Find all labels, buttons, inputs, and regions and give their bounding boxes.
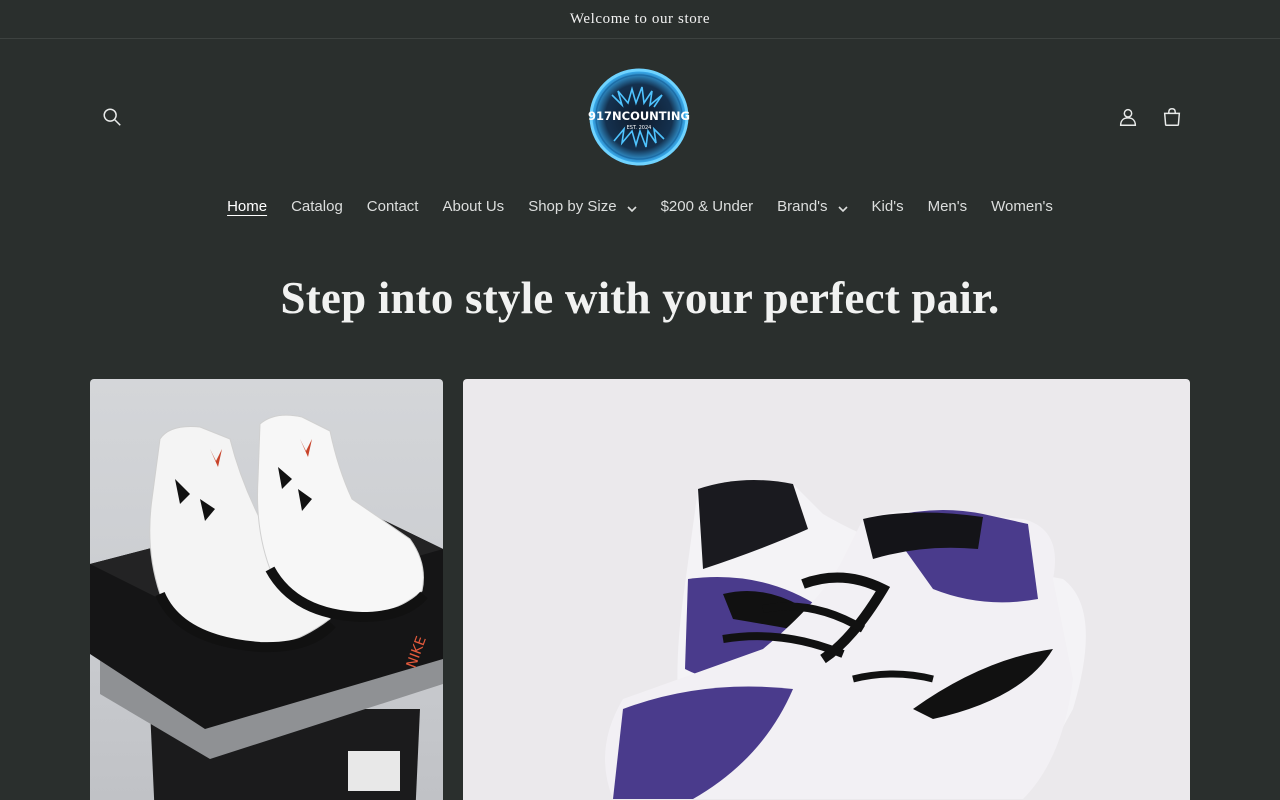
nav-item-about-us[interactable]: About Us <box>430 191 516 221</box>
nav-item-200-under[interactable]: $200 & Under <box>649 191 766 221</box>
nav-item-womens[interactable]: Women's <box>979 191 1065 221</box>
logo-text: 917NCOUNTING <box>588 109 690 123</box>
search-button[interactable] <box>92 97 132 137</box>
nav-item-contact[interactable]: Contact <box>355 191 431 221</box>
nav-item-home[interactable]: Home <box>215 191 279 221</box>
bag-icon <box>1163 108 1181 126</box>
search-icon <box>103 108 121 126</box>
nav-item-label: Brand's <box>777 197 828 215</box>
announcement-bar: Welcome to our store <box>0 0 1280 39</box>
logo-subtext: EST. 2024 <box>627 125 652 131</box>
hero-headline: Step into style with your perfect pair. <box>280 273 1000 323</box>
nav-item-mens[interactable]: Men's <box>916 191 980 221</box>
nav-item-label: Catalog <box>291 197 343 215</box>
cart-button[interactable] <box>1152 97 1192 137</box>
sneaker-image: NIKE <box>90 414 443 800</box>
nav-item-label: Kid's <box>871 197 904 215</box>
chevron-down-icon <box>837 201 848 213</box>
nav-item-label: Women's <box>991 197 1053 215</box>
nav-item-brands[interactable]: Brand's <box>765 191 859 221</box>
user-icon <box>1119 108 1137 126</box>
account-button[interactable] <box>1108 97 1148 137</box>
nav-item-catalog[interactable]: Catalog <box>279 191 355 221</box>
chevron-down-icon <box>627 201 637 213</box>
nav-item-label: Men's <box>927 197 968 215</box>
nav-item-label: Contact <box>366 197 419 215</box>
site-header: 917NCOUNTING EST. 2024 Home Catalog Cont… <box>0 39 1280 215</box>
nav-item-shop-by-size[interactable]: Shop by Size <box>516 191 648 221</box>
nav-item-label: Home <box>227 197 268 215</box>
announcement-text: Welcome to our store <box>569 10 711 27</box>
product-image-card-white-sneakers[interactable]: NIKE <box>90 379 443 800</box>
nav-item-label: About Us <box>442 197 505 215</box>
product-image-card-purple-sneakers[interactable] <box>463 379 1190 800</box>
sneaker-image <box>605 480 1086 799</box>
main-nav: Home Catalog Contact About Us Shop by Si… <box>0 191 1280 221</box>
nav-item-label: $200 & Under <box>660 197 754 215</box>
store-logo[interactable]: 917NCOUNTING EST. 2024 <box>588 67 690 167</box>
nav-item-label: Shop by Size <box>528 197 617 215</box>
nav-item-kids[interactable]: Kid's <box>860 191 916 221</box>
